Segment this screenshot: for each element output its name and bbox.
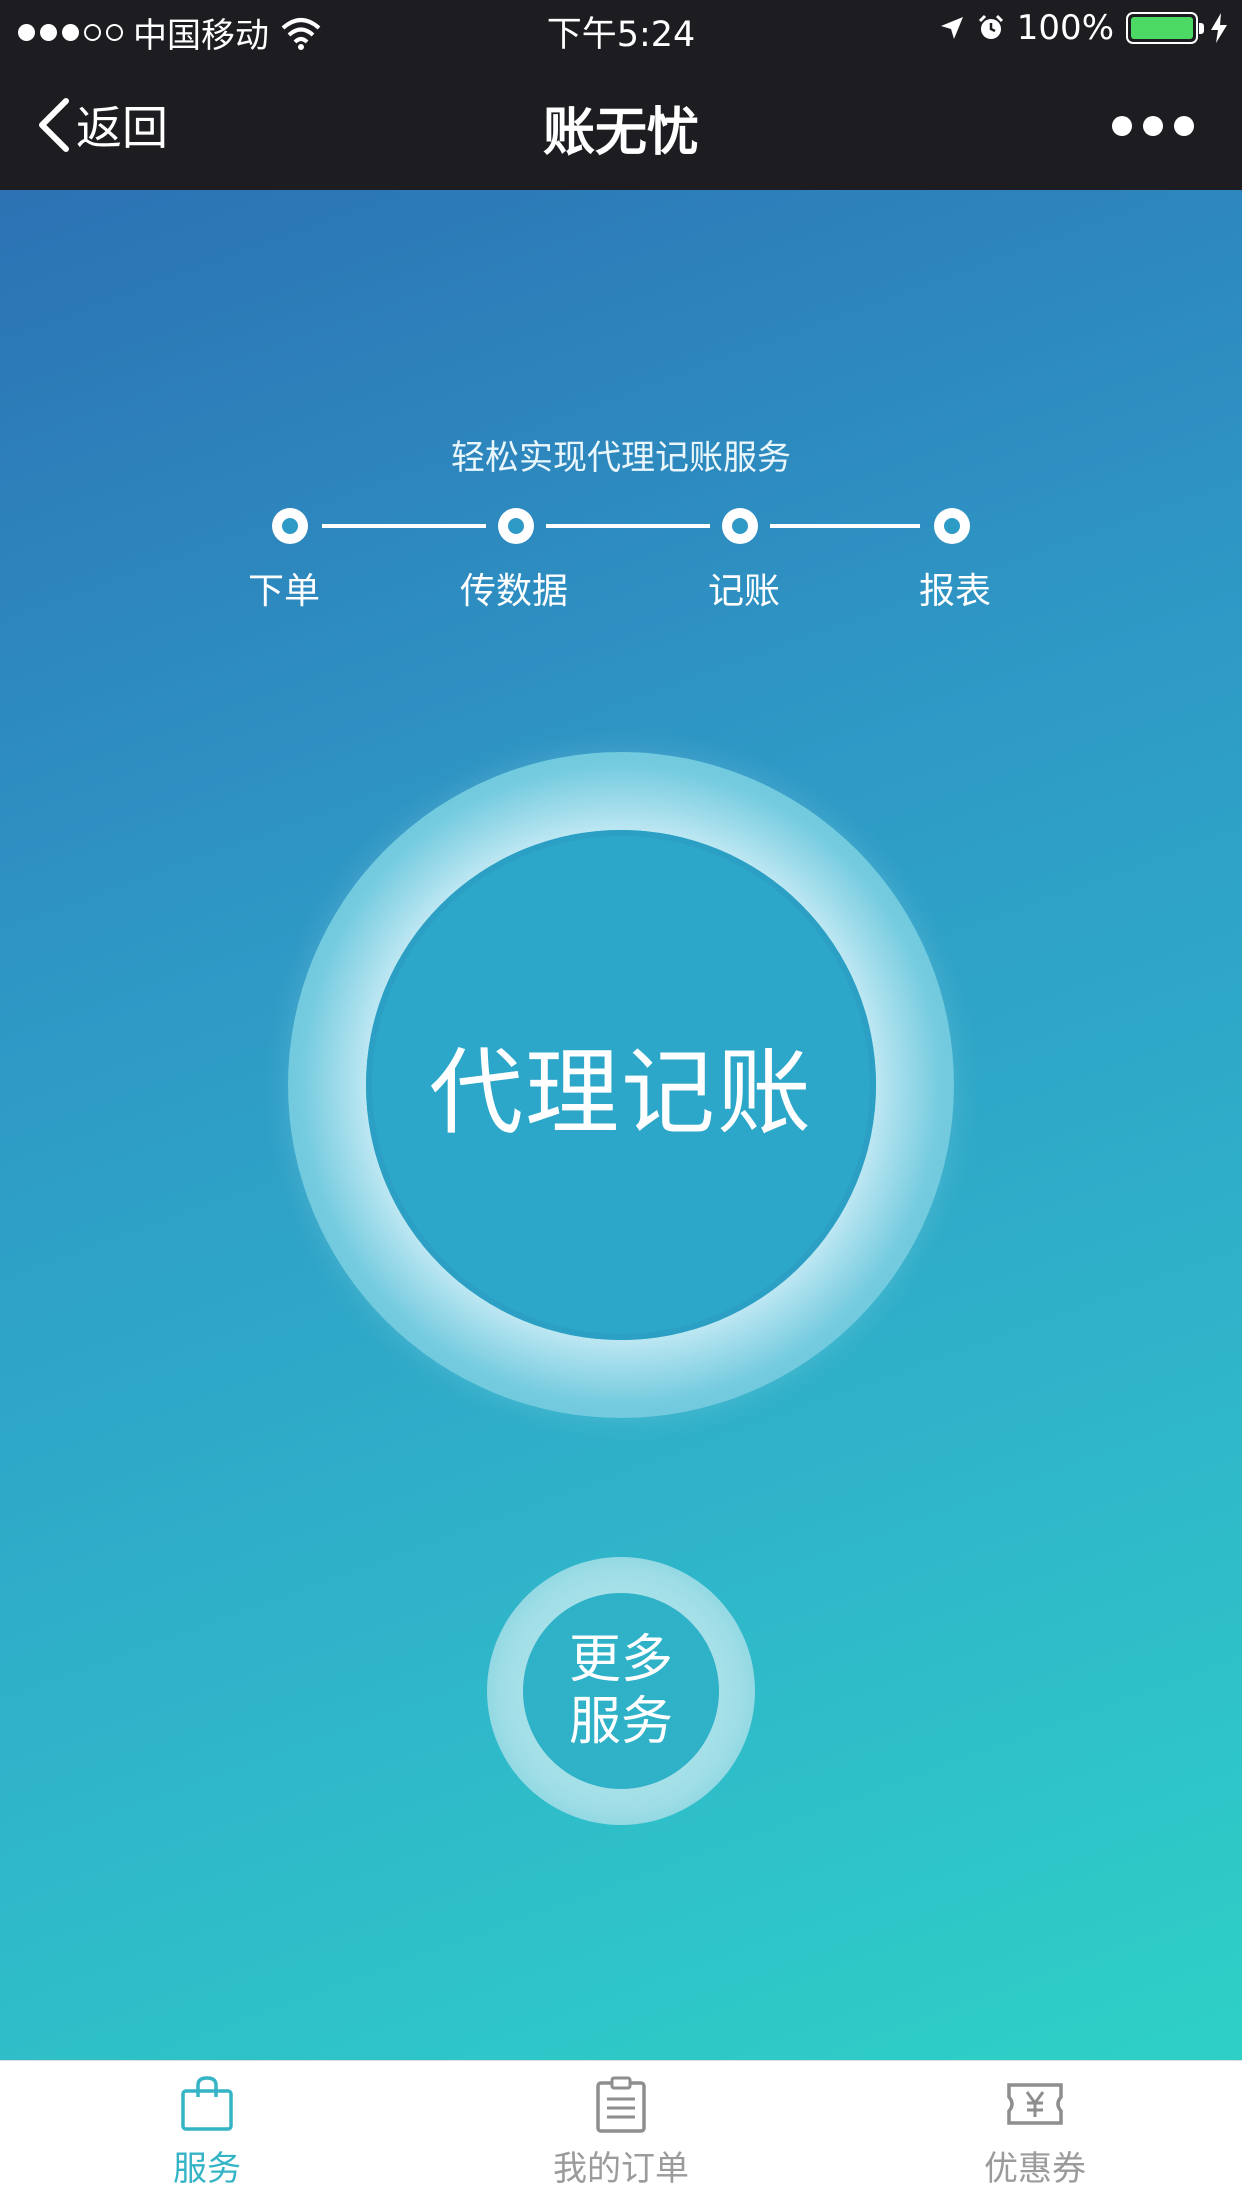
more-services-button[interactable]: 更多 服务 [487, 1557, 755, 1825]
shopping-bag-icon [181, 2076, 233, 2131]
step-label-bookkeeping: 记账 [707, 571, 780, 612]
hero-subtitle: 轻松实现代理记账服务 [451, 438, 791, 478]
tab-services-label: 服务 [173, 2149, 241, 2189]
clipboard-icon [596, 2076, 646, 2133]
step-connector [322, 524, 486, 528]
tab-coupons[interactable]: 优惠券 [885, 2075, 1185, 2190]
step-dot-upload [498, 508, 534, 544]
main-content: 轻松实现代理记账服务 下单 传数据 记账 报表 代理记账 更多 服务 [0, 190, 1242, 2060]
more-services-line2: 服务 [568, 1692, 673, 1752]
battery-percent: 100% [1016, 8, 1114, 48]
more-services-inner: 更多 服务 [523, 1593, 719, 1789]
step-dot-report [934, 508, 970, 544]
alarm-clock-icon [978, 14, 1003, 39]
agency-bookkeeping-button[interactable]: 代理记账 [288, 752, 954, 1418]
agency-bookkeeping-label: 代理记账 [428, 1039, 813, 1148]
step-label-order: 下单 [247, 571, 320, 612]
agency-bookkeeping-inner: 代理记账 [366, 830, 876, 1340]
tab-services[interactable]: 服务 [57, 2075, 357, 2190]
more-menu-button[interactable] [1112, 116, 1194, 136]
nav-bar: 返回 账无忧 [0, 62, 1242, 190]
more-services-line1: 更多 [568, 1630, 673, 1690]
status-right: 100% [939, 8, 1228, 48]
step-connector [770, 524, 920, 528]
tab-coupons-label: 优惠券 [984, 2149, 1086, 2189]
more-dots-icon [1112, 116, 1132, 136]
battery-icon [1126, 12, 1204, 44]
page-title: 账无忧 [542, 103, 699, 163]
step-connector [546, 524, 710, 528]
step-label-upload: 传数据 [459, 571, 568, 612]
tab-my-orders[interactable]: 我的订单 [471, 2075, 771, 2190]
step-dot-order [272, 508, 308, 544]
location-arrow-icon [940, 17, 963, 39]
charging-bolt-icon [1211, 13, 1227, 43]
tab-bar: 服务 我的订单 优惠券 [0, 2060, 1242, 2208]
status-bar: 中国移动 下午5:24 100% [0, 0, 1242, 62]
step-label-report: 报表 [918, 571, 991, 612]
step-dot-bookkeeping [722, 508, 758, 544]
tab-my-orders-label: 我的订单 [553, 2149, 689, 2189]
coupon-yen-icon [1007, 2083, 1063, 2125]
